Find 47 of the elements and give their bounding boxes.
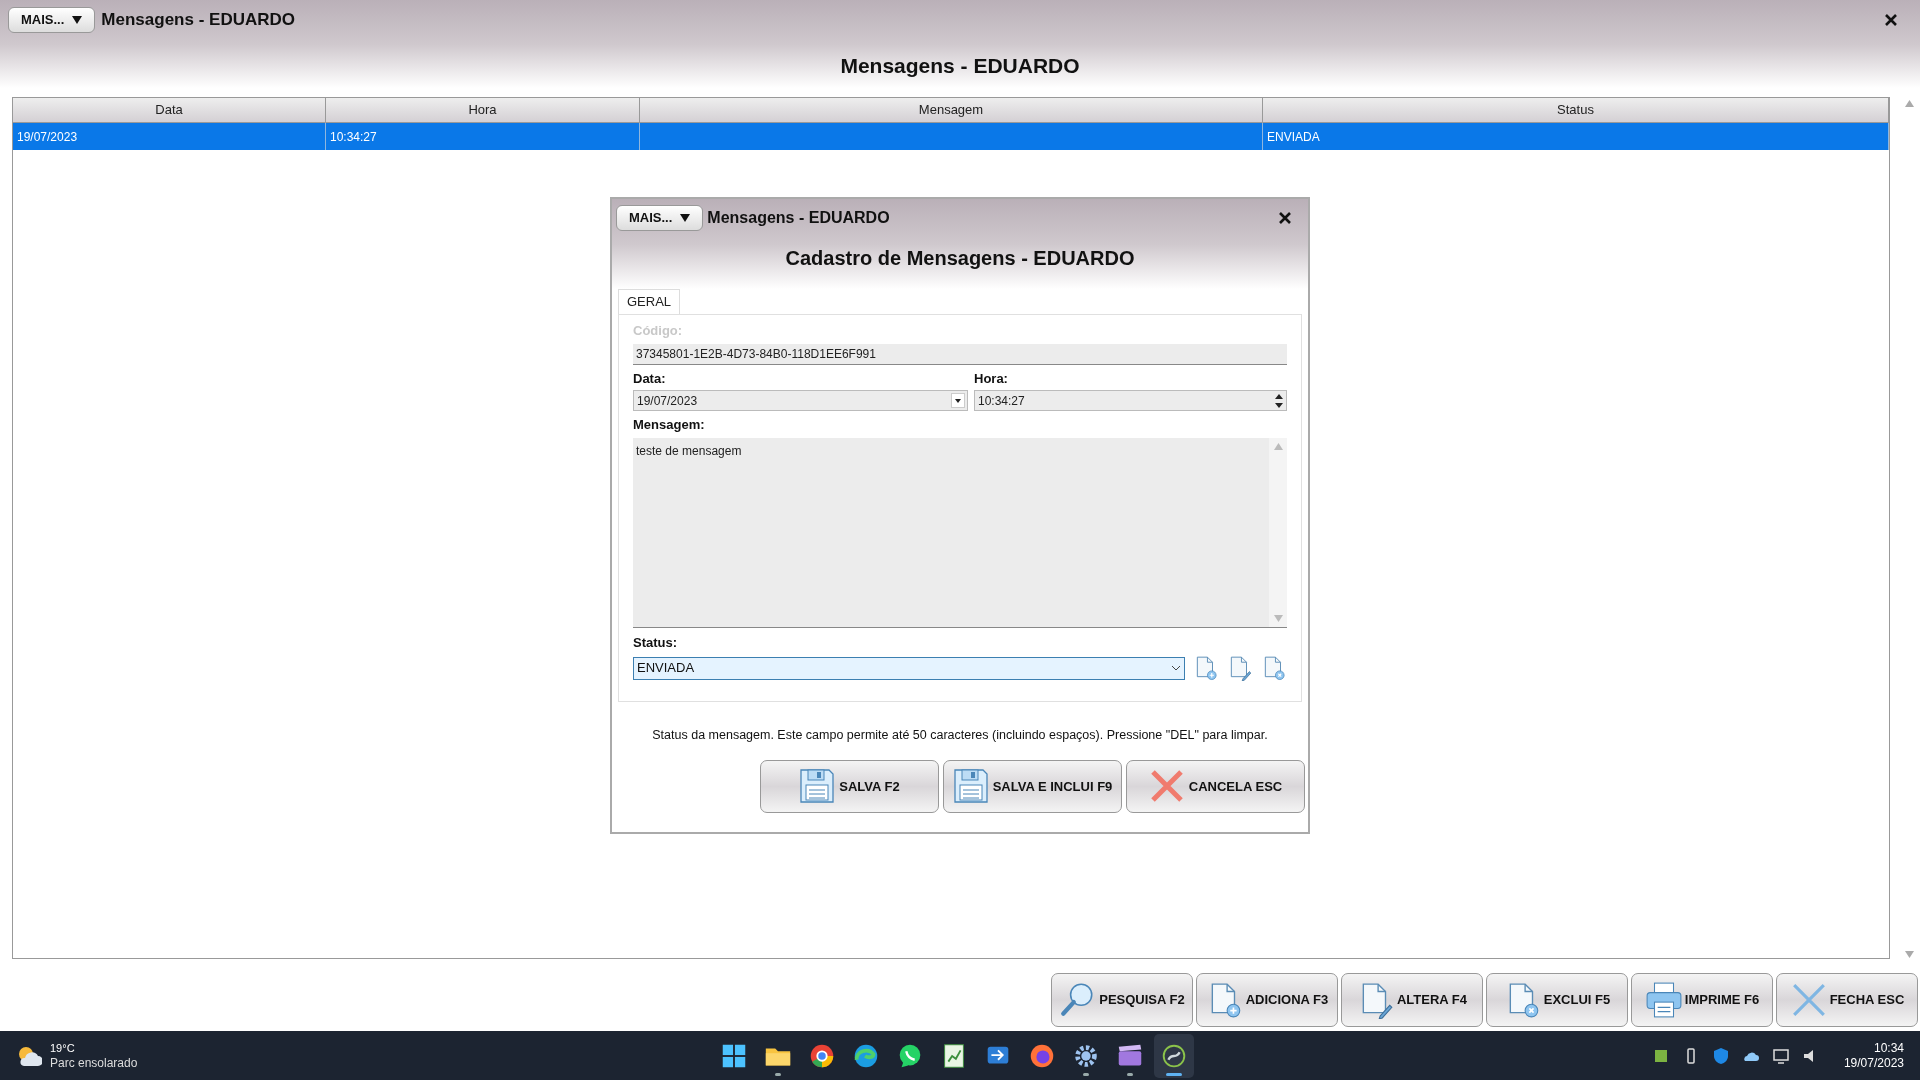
more-menu-button[interactable]: MAIS...: [8, 7, 96, 33]
date-field[interactable]: 19/07/2023: [633, 390, 968, 411]
dialog-button[interactable]: SALVA E INCLUI F9: [943, 759, 1122, 813]
taskbar-app-button[interactable]: [1153, 1033, 1194, 1078]
toolbar-button[interactable]: IMPRIME F6: [1631, 973, 1773, 1027]
dialog-button[interactable]: SALVA F2: [760, 759, 939, 813]
time-field[interactable]: 10:34:27: [974, 390, 1287, 411]
clock-date[interactable]: 19/07/2023: [1843, 1055, 1904, 1071]
column-header[interactable]: Data: [13, 98, 326, 123]
tab[interactable]: GERAL: [618, 289, 681, 314]
column-header[interactable]: Status: [1263, 98, 1889, 123]
clock-time[interactable]: 10:34: [1873, 1040, 1904, 1056]
toolbar-button[interactable]: FECHA ESC: [1776, 973, 1918, 1027]
dialog-button[interactable]: CANCELA ESC: [1126, 759, 1305, 813]
shield-icon[interactable]: [1711, 1046, 1730, 1065]
spinner-icon[interactable]: [1274, 392, 1284, 409]
weather-temperature: 19°C: [50, 1040, 76, 1056]
field-label: Data:: [633, 369, 667, 388]
help-text: Status da mensagem. Este campo permite até 50 caracteres (incluindo espaços). Pressione "DEL" para limpar.: [651, 727, 1269, 744]
status-select[interactable]: ENVIADA: [633, 656, 1185, 680]
column-header[interactable]: Hora: [326, 98, 640, 123]
weather-description: Parc ensolarado: [50, 1055, 138, 1071]
toolbar-button[interactable]: PESQUISA F2: [1051, 973, 1193, 1027]
caret-icon: [680, 213, 691, 223]
chevron-down-icon[interactable]: [1171, 665, 1181, 671]
table-cell[interactable]: 10:34:27: [326, 123, 640, 150]
column-header[interactable]: Mensagem: [640, 98, 1263, 123]
more-menu-button[interactable]: MAIS...: [616, 205, 704, 231]
table-cell[interactable]: [640, 123, 1263, 150]
field-label: Hora:: [974, 369, 1009, 388]
window-heading: Mensagens - EDUARDO: [839, 53, 1081, 79]
printer-icon: [1644, 981, 1683, 1019]
window-title: Mensagens - EDUARDO: [101, 9, 295, 32]
table-cell[interactable]: 19/07/2023: [13, 123, 326, 150]
dialog-title: Mensagens - EDUARDO: [707, 208, 890, 228]
toolbar-button[interactable]: ALTERA F4: [1341, 973, 1483, 1027]
dropdown-caret-icon[interactable]: [951, 393, 965, 408]
toolbar-button[interactable]: EXCLUI F5: [1486, 973, 1628, 1027]
field-label: Status:: [633, 633, 679, 652]
caret-icon: [72, 15, 83, 25]
field-label: Mensagem:: [633, 416, 706, 434]
dialog-heading: Cadastro de Mensagens - EDUARDO: [784, 246, 1136, 271]
table-cell[interactable]: ENVIADA: [1263, 123, 1889, 150]
monitor-icon[interactable]: [1771, 1046, 1790, 1065]
close-icon[interactable]: [1278, 211, 1292, 225]
toolbar-button[interactable]: ADICIONA F3: [1196, 973, 1338, 1027]
close-icon[interactable]: [1884, 13, 1898, 27]
